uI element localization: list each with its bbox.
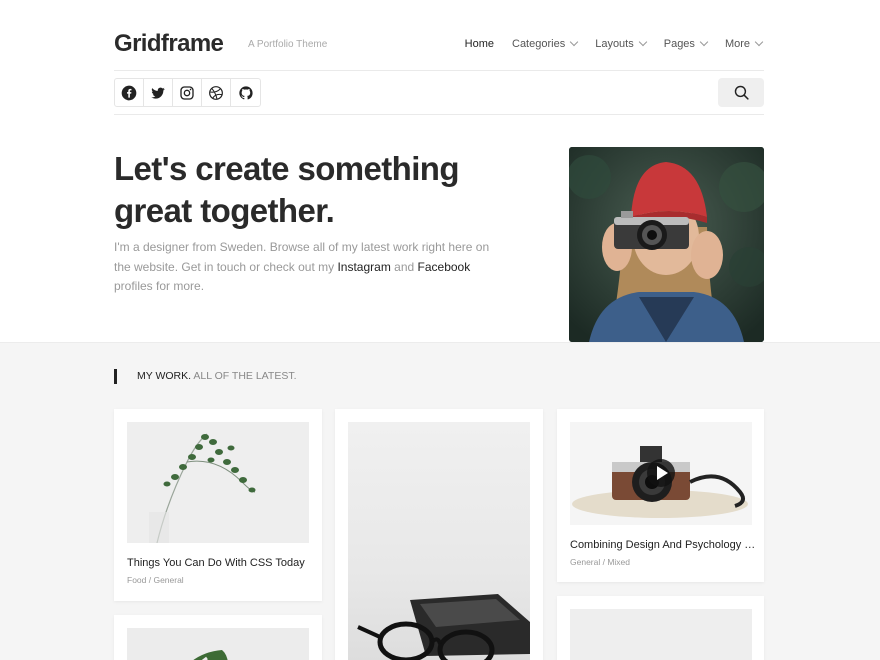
facebook-link[interactable]: [115, 79, 144, 106]
card-meta: Food / General: [127, 575, 184, 585]
social-links: [114, 78, 261, 107]
photographer-image: [569, 147, 764, 342]
twitter-link[interactable]: [144, 79, 173, 106]
nav-item-more[interactable]: More: [724, 37, 764, 50]
portfolio-card[interactable]: [557, 596, 764, 660]
search-button[interactable]: [718, 78, 764, 107]
chevron-down-icon: [569, 37, 579, 47]
card-title[interactable]: Things You Can Do With CSS Today: [127, 557, 305, 569]
section-title-strong: MY WORK.: [137, 370, 192, 382]
chevron-down-icon: [638, 37, 647, 47]
hero-photo: [569, 147, 764, 342]
hero-text-part: and: [390, 259, 418, 274]
section-title: MY WORK. ALL OF THE LATEST.: [114, 369, 297, 384]
plant-image: [127, 422, 309, 543]
camera-image: [570, 422, 752, 525]
instagram-icon: [180, 85, 194, 100]
card-image: [348, 422, 530, 660]
hero-title-line: great together.: [114, 192, 335, 229]
site-logo[interactable]: Gridframe: [114, 30, 224, 58]
instagram-link[interactable]: [173, 79, 202, 106]
twitter-icon: [151, 87, 165, 99]
glasses-image: [348, 422, 530, 660]
facebook-text-link[interactable]: Facebook: [418, 260, 471, 274]
portfolio-card[interactable]: Combining Design And Psychology … Genera…: [557, 409, 764, 582]
dribbble-icon: [209, 85, 223, 100]
hero-description: I'm a designer from Sweden. Browse all o…: [114, 238, 504, 297]
monstera-image: [127, 628, 309, 660]
card-title[interactable]: Combining Design And Psychology …: [570, 539, 755, 551]
card-image: [570, 422, 752, 525]
nav-item-label: Layouts: [595, 38, 634, 50]
nav-item-layouts[interactable]: Layouts: [595, 37, 647, 50]
section-title-muted: ALL OF THE LATEST.: [191, 370, 297, 382]
nav-item-label: Pages: [663, 38, 695, 50]
hero-title-line: Let's create something: [114, 150, 460, 187]
work-section: MY WORK. ALL OF THE LATEST. Things You C…: [0, 342, 880, 660]
site-header: Gridframe A Portfolio Theme Home Categor…: [114, 0, 764, 71]
card-image: [570, 609, 752, 660]
nav-item-pages[interactable]: Pages: [663, 37, 709, 50]
search-icon: [734, 85, 749, 100]
github-link[interactable]: [231, 79, 260, 106]
main-nav: Home Categories Layouts Pages More: [447, 37, 764, 50]
facebook-icon: [121, 85, 137, 100]
instagram-text-link[interactable]: Instagram: [337, 260, 390, 274]
card-image: [127, 422, 309, 543]
nav-item-label: Categories: [512, 38, 566, 50]
card-meta: General / Mixed: [570, 557, 630, 567]
nav-item-label: Home: [464, 38, 494, 50]
social-bar: [114, 71, 764, 115]
hero-text-part: profiles for more.: [114, 279, 205, 293]
site-tagline: A Portfolio Theme: [248, 39, 328, 50]
portfolio-card[interactable]: [114, 615, 322, 660]
nav-item-categories[interactable]: Categories: [512, 37, 579, 50]
portfolio-card[interactable]: Things You Can Do With CSS Today Food / …: [114, 409, 322, 601]
portfolio-card[interactable]: [335, 409, 543, 660]
chevron-down-icon: [699, 37, 709, 47]
nav-item-home[interactable]: Home: [465, 38, 494, 50]
chevron-down-icon: [754, 37, 764, 47]
hero-title: Let's create something great together.: [114, 148, 514, 232]
github-icon: [238, 85, 253, 99]
card-image: [127, 628, 309, 660]
dribbble-link[interactable]: [202, 79, 231, 106]
nav-item-label: More: [724, 38, 750, 50]
